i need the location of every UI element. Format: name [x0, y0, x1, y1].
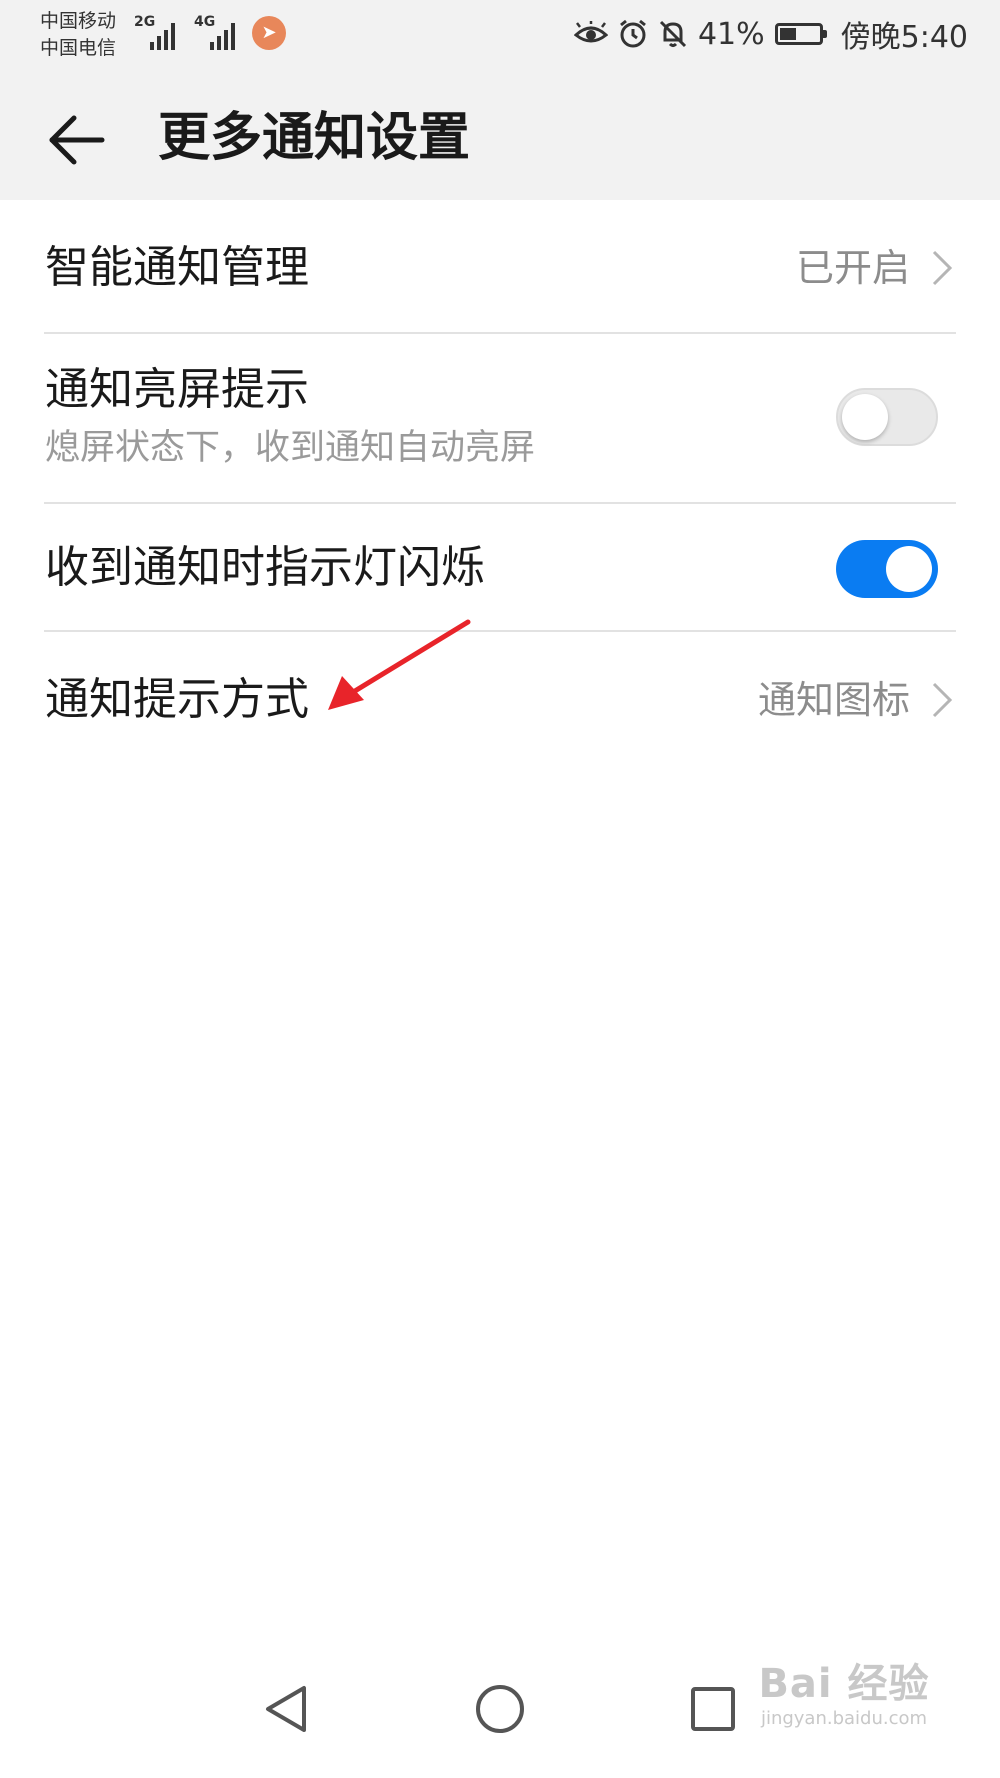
eye-comfort-icon [573, 21, 608, 43]
nav-home-icon[interactable] [465, 1674, 535, 1744]
setting-title: 通知提示方式 [45, 674, 309, 725]
signal-strength-icon [210, 20, 240, 50]
settings-list: 智能通知管理 已开启 通知亮屏提示 熄屏状态下，收到通知自动亮屏 收到通知时指示… [0, 200, 1000, 768]
status-bar: 中国移动 中国电信 2G 4G ➤ 41% 傍晚5:40 [0, 0, 1000, 72]
signal-strength-icon [150, 20, 180, 50]
annotation-arrow-icon [328, 619, 471, 710]
nav-back-icon[interactable] [252, 1674, 322, 1744]
watermark-brand: Bai 经验 [758, 1661, 930, 1707]
watermark: Bai 经验 jingyan.baidu.com [744, 1660, 944, 1740]
setting-title: 通知亮屏提示 [45, 364, 309, 415]
carrier-info: 中国移动 中国电信 [40, 8, 116, 62]
status-time: 傍晚5:40 [840, 20, 968, 55]
setting-value: 通知图标 [757, 678, 910, 722]
screen: 中国移动 中国电信 2G 4G ➤ 41% 傍晚5:40 更多通知设置 智能通知… [0, 0, 1000, 1778]
setting-smart-notification-management[interactable]: 智能通知管理 已开启 [0, 200, 1000, 334]
carrier-1: 中国移动 [40, 10, 117, 32]
setting-title: 智能通知管理 [45, 242, 309, 293]
back-button[interactable] [38, 102, 114, 178]
back-arrow-icon [49, 115, 105, 165]
battery-icon [774, 23, 827, 45]
app-notification-icon: ➤ [252, 16, 286, 50]
toggle-knob [842, 394, 888, 440]
navigation-bar: Bai 经验 jingyan.baidu.com [0, 1638, 1000, 1778]
setting-indicator-light-blink[interactable]: 收到通知时指示灯闪烁 [0, 504, 1000, 632]
setting-value: 已开启 [795, 246, 910, 290]
battery-percent: 41% [697, 16, 765, 52]
watermark-url: jingyan.baidu.com [760, 1708, 928, 1729]
chevron-right-icon [932, 250, 953, 286]
status-indicators: 41% 傍晚5:40 [573, 12, 968, 56]
setting-notification-style[interactable]: 通知提示方式 通知图标 [0, 632, 1000, 768]
wake-screen-toggle[interactable] [836, 388, 938, 446]
setting-title: 收到通知时指示灯闪烁 [45, 542, 485, 593]
notifications-muted-icon [659, 20, 686, 48]
app-bar: 更多通知设置 [0, 72, 1000, 200]
setting-wake-screen-on-notification[interactable]: 通知亮屏提示 熄屏状态下，收到通知自动亮屏 [0, 334, 1000, 504]
indicator-light-toggle[interactable] [836, 540, 938, 598]
alarm-icon [620, 19, 646, 48]
nav-recents-icon[interactable] [678, 1674, 748, 1744]
toggle-knob [886, 546, 932, 592]
signal-2g: 2G [134, 14, 182, 50]
page-title: 更多通知设置 [158, 108, 471, 168]
battery-level-fill [779, 28, 796, 40]
carrier-2: 中国电信 [40, 37, 117, 59]
signal-4g: 4G [194, 14, 242, 50]
chevron-right-icon [932, 682, 953, 718]
setting-subtitle: 熄屏状态下，收到通知自动亮屏 [45, 428, 536, 468]
